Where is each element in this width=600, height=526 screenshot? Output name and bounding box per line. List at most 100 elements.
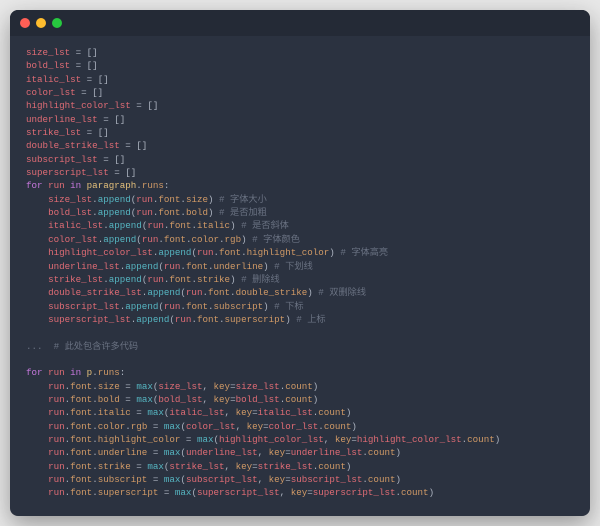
token-var: bold_lst (26, 60, 70, 71)
token-var: size_lst (26, 47, 70, 58)
token-attr: highlight_color (247, 247, 330, 258)
token-fn: append (158, 247, 191, 258)
close-icon[interactable] (20, 18, 30, 28)
token-op (26, 407, 48, 418)
token-attr: font (70, 394, 92, 405)
token-attr: key (335, 434, 352, 445)
token-attr: size (186, 194, 208, 205)
code-line[interactable]: run.font.highlight_color = max(highlight… (26, 433, 574, 446)
token-var: run (147, 274, 164, 285)
token-cmt: # 双删除线 (318, 287, 366, 298)
token-var: run (164, 261, 181, 272)
code-line[interactable]: bold_lst = [] (26, 59, 574, 72)
code-line[interactable]: for run in p.runs: (26, 366, 574, 379)
code-line[interactable]: run.font.size = max(size_lst, key=size_l… (26, 380, 574, 393)
token-var: color_lst (26, 87, 76, 98)
token-attr: subscript (98, 474, 148, 485)
token-var: superscript_lst (197, 487, 280, 498)
token-attr: count (285, 381, 313, 392)
code-line[interactable]: bold_lst.append(run.font.bold) # 是否加粗 (26, 206, 574, 219)
token-op (26, 381, 48, 392)
token-attr: font (70, 381, 92, 392)
code-line[interactable]: strike_lst.append(run.font.strike) # 删除线 (26, 273, 574, 286)
token-attr: font (70, 487, 92, 498)
token-op: = (81, 127, 98, 138)
token-var: run (48, 421, 65, 432)
code-line[interactable]: run.font.italic = max(italic_lst, key=it… (26, 406, 574, 419)
token-fn: append (103, 234, 136, 245)
token-op: = (98, 154, 115, 165)
token-attr: font (169, 274, 191, 285)
code-line[interactable]: size_lst.append(run.font.size) # 字体大小 (26, 193, 574, 206)
token-var: color_lst (48, 234, 98, 245)
code-line[interactable]: run.font.strike = max(strike_lst, key=st… (26, 460, 574, 473)
token-var: italic_lst (258, 407, 313, 418)
code-line[interactable]: strike_lst = [] (26, 126, 574, 139)
token-cmt: # 下划线 (274, 261, 313, 272)
token-fn: max (164, 447, 181, 458)
code-line[interactable]: run.font.superscript = max(superscript_l… (26, 486, 574, 499)
token-op (26, 447, 48, 458)
token-var: run (175, 314, 192, 325)
code-line[interactable]: run.font.subscript = max(subscript_lst, … (26, 473, 574, 486)
code-line[interactable]: highlight_color_lst.append(run.font.high… (26, 246, 574, 259)
code-line[interactable]: double_strike_lst.append(run.font.double… (26, 286, 574, 299)
token-op: = (131, 407, 148, 418)
token-op (26, 421, 48, 432)
token-punc: : (164, 180, 170, 191)
code-line[interactable]: italic_lst = [] (26, 73, 574, 86)
token-punc: [] (98, 74, 109, 85)
token-var: strike_lst (48, 274, 103, 285)
code-line[interactable]: highlight_color_lst = [] (26, 99, 574, 112)
token-var: subscript_lst (48, 301, 120, 312)
code-line[interactable]: superscript_lst = [] (26, 166, 574, 179)
token-attr: highlight_color (98, 434, 181, 445)
token-attr: font (219, 247, 241, 258)
token-punc: [] (87, 60, 98, 71)
token-punc: ) (396, 474, 402, 485)
code-line[interactable]: color_lst.append(run.font.color.rgb) # 字… (26, 233, 574, 246)
code-line[interactable] (26, 353, 574, 366)
code-line[interactable]: double_strike_lst = [] (26, 139, 574, 152)
token-punc: , (236, 421, 247, 432)
token-attr: underline (214, 261, 264, 272)
code-line[interactable]: underline_lst = [] (26, 113, 574, 126)
code-line[interactable]: italic_lst.append(run.font.italic) # 是否斜… (26, 219, 574, 232)
token-kw: for (26, 367, 43, 378)
code-line[interactable]: subscript_lst.append(run.font.subscript)… (26, 300, 574, 313)
token-cmt: # 字体高亮 (340, 247, 388, 258)
token-fn: max (197, 434, 214, 445)
token-cmt: # 是否斜体 (241, 220, 289, 231)
code-line[interactable]: superscript_lst.append(run.font.superscr… (26, 313, 574, 326)
code-line[interactable]: run.font.underline = max(underline_lst, … (26, 446, 574, 459)
token-attr: font (169, 220, 191, 231)
code-line[interactable]: ... # 此处包含许多代码 (26, 340, 574, 353)
token-punc: [] (114, 154, 125, 165)
token-var: strike_lst (26, 127, 81, 138)
token-var: run (48, 474, 65, 485)
token-op: = (131, 461, 148, 472)
code-line[interactable]: for run in paragraph.runs: (26, 179, 574, 192)
code-area[interactable]: size_lst = []bold_lst = []italic_lst = [… (10, 36, 590, 516)
code-line[interactable]: color_lst = [] (26, 86, 574, 99)
token-attr: strike (98, 461, 131, 472)
token-punc: , (225, 407, 236, 418)
token-var: superscript_lst (26, 167, 109, 178)
token-op (26, 194, 48, 205)
code-line[interactable]: run.font.color.rgb = max(color_lst, key=… (26, 420, 574, 433)
token-var: bold_lst (158, 394, 202, 405)
token-op (26, 234, 48, 245)
code-line[interactable]: underline_lst.append(run.font.underline)… (26, 260, 574, 273)
token-var: run (164, 301, 181, 312)
code-line[interactable]: run.font.bold = max(bold_lst, key=bold_l… (26, 393, 574, 406)
token-fn: append (98, 207, 131, 218)
code-line[interactable]: subscript_lst = [] (26, 153, 574, 166)
token-fn: append (98, 194, 131, 205)
code-line[interactable] (26, 326, 574, 339)
token-var: underline_lst (48, 261, 120, 272)
maximize-icon[interactable] (52, 18, 62, 28)
minimize-icon[interactable] (36, 18, 46, 28)
token-var: size_lst (48, 194, 92, 205)
token-op (26, 487, 48, 498)
code-line[interactable]: size_lst = [] (26, 46, 574, 59)
